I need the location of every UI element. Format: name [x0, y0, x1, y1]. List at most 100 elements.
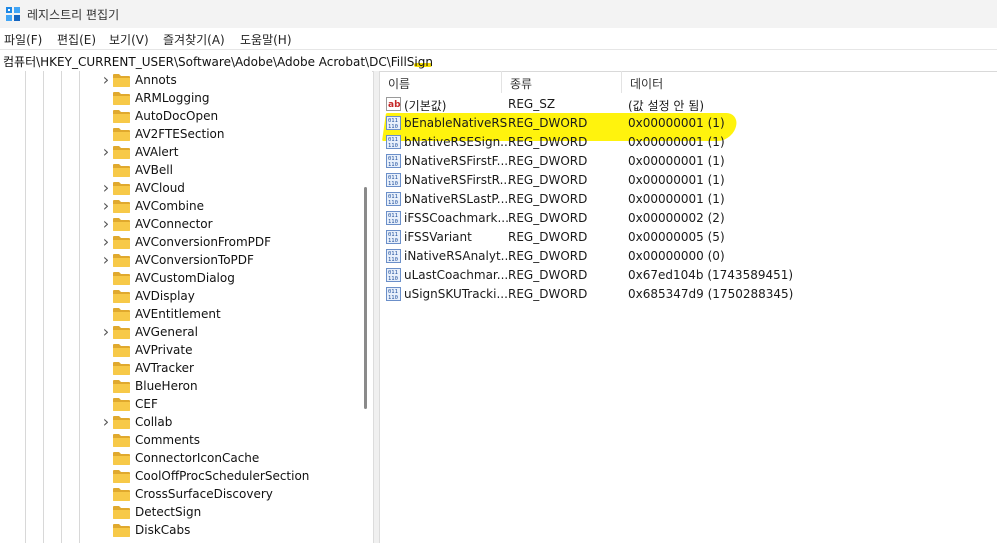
- key-tree[interactable]: › Annots ARMLogging AutoDocOpen AV2FTESectio…: [0, 71, 371, 543]
- tree-item-label: AVTracker: [135, 361, 194, 375]
- tree-item[interactable]: AVCustomDialog: [100, 270, 370, 288]
- chevron-right-icon[interactable]: ›: [100, 324, 112, 340]
- value-type: REG_DWORD: [508, 230, 588, 244]
- tree-item[interactable]: AVTracker: [100, 360, 370, 378]
- menu-favorites[interactable]: 즐겨찾기(A): [163, 31, 225, 48]
- value-row[interactable]: 011 110 iFSSVariant REG_DWORD 0x00000005 (5): [379, 228, 997, 247]
- chevron-right-icon[interactable]: ›: [100, 252, 112, 268]
- tree-item-label: AVConversionFromPDF: [135, 235, 272, 249]
- column-header-type[interactable]: 종류: [501, 71, 621, 93]
- column-header-name[interactable]: 이름: [379, 71, 501, 93]
- folder-icon: [113, 344, 130, 357]
- value-row[interactable]: 011 110 uSignSKUTracki... REG_DWORD 0x685347…: [379, 285, 997, 304]
- chevron-right-icon[interactable]: ›: [100, 198, 112, 214]
- tree-item[interactable]: › AVCombine: [100, 198, 370, 216]
- value-row[interactable]: 011 110 bNativeRSFirstF... REG_DWORD 0x00000…: [379, 152, 997, 171]
- tree-item[interactable]: › Collab: [100, 414, 370, 432]
- tree-item[interactable]: ARMLogging: [100, 90, 370, 108]
- tree-item[interactable]: › Annots: [100, 72, 370, 90]
- address-bar[interactable]: 컴퓨터\HKEY_CURRENT_USER\Software\Adobe\Ado…: [0, 49, 997, 72]
- value-row[interactable]: 011 110 bEnableNativeRS REG_DWORD 0x00000001…: [379, 114, 997, 133]
- value-row[interactable]: 011 110 bNativeRSLastP... REG_DWORD 0x000000…: [379, 190, 997, 209]
- chevron-right-icon[interactable]: ›: [100, 180, 112, 196]
- tree-item[interactable]: CEF: [100, 396, 370, 414]
- tree-item-label: DiskCabs: [135, 523, 191, 537]
- folder-icon: [113, 218, 130, 231]
- tree-item[interactable]: BlueHeron: [100, 378, 370, 396]
- folder-icon: [113, 164, 130, 177]
- binary-icon: 011110: [386, 287, 401, 301]
- svg-text:110: 110: [388, 143, 398, 149]
- value-name: iFSSCoachmark...: [404, 211, 509, 225]
- folder-icon: [113, 326, 130, 339]
- column-header-data[interactable]: 데이터: [621, 71, 991, 93]
- value-type: REG_DWORD: [508, 173, 588, 187]
- value-row[interactable]: 011 110 uLastCoachmar... REG_DWORD 0x67ed104…: [379, 266, 997, 285]
- value-row[interactable]: 011 110 bNativeRSFirstR... REG_DWORD 0x00000…: [379, 171, 997, 190]
- tree-scrollbar[interactable]: [358, 71, 372, 543]
- tree-item[interactable]: AVBell: [100, 162, 370, 180]
- binary-icon: 011110: [386, 116, 401, 130]
- tree-item[interactable]: › AVCloud: [100, 180, 370, 198]
- tree-item[interactable]: › AVAlert: [100, 144, 370, 162]
- tree-item[interactable]: › AVGeneral: [100, 324, 370, 342]
- address-path[interactable]: 컴퓨터\HKEY_CURRENT_USER\Software\Adobe\Ado…: [3, 53, 433, 70]
- svg-text:110: 110: [388, 200, 398, 206]
- tree-item-label: CrossSurfaceDiscovery: [135, 487, 273, 501]
- tree-item[interactable]: DetectSign: [100, 504, 370, 522]
- folder-icon: [113, 434, 130, 447]
- svg-text:110: 110: [388, 276, 398, 282]
- tree-item[interactable]: AV2FTESection: [100, 126, 370, 144]
- registry-editor-icon: [6, 7, 20, 21]
- tree-item[interactable]: DiskCabs: [100, 522, 370, 540]
- tree-item[interactable]: AutoDocOpen: [100, 108, 370, 126]
- tree-guide-line: [79, 71, 80, 543]
- menu-help[interactable]: 도움말(H): [240, 31, 292, 48]
- value-name: uSignSKUTracki...: [404, 287, 508, 301]
- tree-item-label: AVBell: [135, 163, 173, 177]
- folder-icon: [113, 200, 130, 213]
- value-row[interactable]: 011 110 iNativeRSAnalyt... REG_DWORD 0x00000…: [379, 247, 997, 266]
- chevron-right-icon[interactable]: ›: [100, 414, 112, 430]
- tree-item[interactable]: CoolOffProcSchedulerSection: [100, 468, 370, 486]
- value-data: 0x00000000 (0): [628, 249, 725, 263]
- svg-text:110: 110: [388, 295, 398, 301]
- menu-file[interactable]: 파일(F): [4, 31, 42, 48]
- folder-icon: [113, 362, 130, 375]
- value-name: bNativeRSFirstR...: [404, 173, 512, 187]
- tree-item[interactable]: AVDisplay: [100, 288, 370, 306]
- folder-icon: [113, 452, 130, 465]
- tree-item[interactable]: AVPrivate: [100, 342, 370, 360]
- tree-item[interactable]: ConnectorIconCache: [100, 450, 370, 468]
- value-row[interactable]: 011 110 iFSSCoachmark... REG_DWORD 0x0000000…: [379, 209, 997, 228]
- tree-item[interactable]: › AVConnector: [100, 216, 370, 234]
- tree-item[interactable]: CrossSurfaceDiscovery: [100, 486, 370, 504]
- value-name: uLastCoachmar...: [404, 268, 509, 282]
- value-type: REG_DWORD: [508, 135, 588, 149]
- chevron-right-icon[interactable]: ›: [100, 216, 112, 232]
- menu-view[interactable]: 보기(V): [109, 31, 149, 48]
- tree-item[interactable]: AVEntitlement: [100, 306, 370, 324]
- value-data: 0x00000001 (1): [628, 192, 725, 206]
- tree-item[interactable]: Comments: [100, 432, 370, 450]
- tree-item[interactable]: › AVConversionFromPDF: [100, 234, 370, 252]
- value-row[interactable]: 011 110 bNativeRSESign... REG_DWORD 0x000000…: [379, 133, 997, 152]
- binary-icon: 011110: [386, 135, 401, 149]
- value-name: (기본값): [404, 99, 447, 113]
- tree-item-label: AV2FTESection: [135, 127, 225, 141]
- menu-edit[interactable]: 편집(E): [57, 31, 96, 48]
- chevron-right-icon[interactable]: ›: [100, 72, 112, 88]
- chevron-right-icon[interactable]: ›: [100, 234, 112, 250]
- tree-item-label: AVCombine: [135, 199, 204, 213]
- values-list[interactable]: 이름 종류 데이터 ab (기본값) REG_SZ (값 설정 안 됨) 011 110 b…: [379, 71, 997, 543]
- folder-icon: [113, 398, 130, 411]
- folder-icon: [113, 236, 130, 249]
- folder-icon: [113, 254, 130, 267]
- value-data: 0x00000005 (5): [628, 230, 725, 244]
- value-row[interactable]: ab (기본값) REG_SZ (값 설정 안 됨): [379, 95, 997, 114]
- tree-item[interactable]: › AVConversionToPDF: [100, 252, 370, 270]
- tree-scrollbar-thumb[interactable]: [364, 187, 367, 409]
- tree-item-label: AutoDocOpen: [135, 109, 219, 123]
- folder-icon: [113, 380, 130, 393]
- chevron-right-icon[interactable]: ›: [100, 144, 112, 160]
